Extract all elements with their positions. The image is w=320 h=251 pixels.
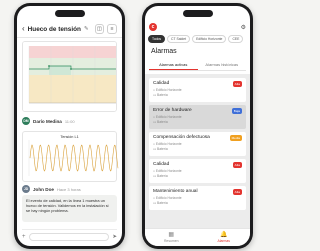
phone-conversation: ‹ Hueco de tensión ✎ ◫ ≡ DM Darío Medina… bbox=[14, 3, 125, 249]
message-author: Darío Medina bbox=[33, 118, 62, 124]
alarm-name: Mantenimiento anual bbox=[153, 189, 198, 194]
tab-active-alarms[interactable]: Alarmas activas bbox=[149, 60, 198, 70]
tab-historic-alarms[interactable]: Alarmas históricas bbox=[198, 60, 247, 70]
chart-event-marker bbox=[48, 65, 50, 67]
alarm-item[interactable]: Calidad ⌂ Edificio Horizonte ▭ Batería A… bbox=[149, 78, 246, 102]
alarm-item[interactable]: Mantenimiento anual ⌂ Edificio Horizonte… bbox=[149, 186, 246, 210]
alarm-name: Calidad bbox=[153, 81, 170, 86]
alarm-name: Error de hardware bbox=[153, 108, 192, 113]
filter-chip[interactable]: CEE bbox=[228, 35, 244, 43]
message-header: DM Darío Medina 11:00 bbox=[22, 116, 117, 126]
alarm-item[interactable]: Calidad ⌂ Edificio Horizonte ▭ Batería A… bbox=[149, 159, 246, 183]
phone-alarms: c ⚙ Todos CT Saidet Edificio Horizonte C… bbox=[142, 3, 253, 249]
message-input[interactable] bbox=[28, 232, 110, 241]
tab-label: Resumen bbox=[163, 239, 179, 243]
alarm-site: Edificio Horizonte bbox=[155, 195, 182, 200]
message-header: JD John Doe Hace 3 horas bbox=[22, 184, 117, 194]
priority-badge: Alta bbox=[232, 81, 242, 87]
tab-alarmas[interactable]: 🔔 Alarmas bbox=[198, 229, 251, 246]
message-time: 11:00 bbox=[64, 118, 75, 124]
grid-icon: ▦ bbox=[168, 232, 175, 238]
alarm-site: Edificio Horizonte bbox=[155, 114, 182, 119]
bell-icon: 🔔 bbox=[220, 232, 228, 238]
priority-badge: Alta bbox=[232, 162, 242, 168]
alarm-device: Batería bbox=[157, 174, 168, 178]
phone-notch bbox=[182, 10, 213, 17]
alarm-list: Calidad ⌂ Edificio Horizonte ▭ Batería A… bbox=[145, 74, 250, 228]
alarm-name: Calidad bbox=[153, 162, 170, 167]
chevron-left-icon[interactable]: ‹ bbox=[22, 25, 25, 33]
tab-label: Alarmas bbox=[217, 239, 230, 243]
chart-zone-event bbox=[49, 66, 71, 75]
alarm-name: Compensación defectuosa bbox=[153, 135, 210, 140]
alarm-site: Edificio Horizonte bbox=[155, 168, 182, 173]
tab-resumen[interactable]: ▦ Resumen bbox=[145, 229, 198, 246]
message-input-bar: + ➤ bbox=[22, 229, 117, 241]
phone-notch bbox=[54, 10, 85, 17]
filter-chip[interactable]: Edificio Horizonte bbox=[192, 35, 227, 43]
alarm-item[interactable]: Error de hardware ⌂ Edificio Horizonte ▭… bbox=[149, 105, 246, 129]
alarm-tabs: Alarmas activas Alarmas históricas bbox=[149, 60, 246, 71]
alarm-device: Batería bbox=[157, 93, 168, 97]
page-title: Hueco de tensión bbox=[27, 25, 81, 33]
message-author: John Doe bbox=[33, 186, 54, 192]
comment-icon[interactable]: ◫ bbox=[94, 24, 105, 34]
alarm-item[interactable]: Compensación defectuosa ⌂ Edificio Horiz… bbox=[149, 132, 246, 156]
oscillogram-card: Tensión L1 bbox=[22, 131, 119, 182]
conversation-header: ‹ Hueco de tensión ✎ ◫ ≡ bbox=[17, 21, 122, 38]
alarms-screen: c ⚙ Todos CT Saidet Edificio Horizonte C… bbox=[145, 6, 250, 246]
comment-text: El evento de calidad, en la línea 1 mues… bbox=[22, 195, 117, 222]
settings-icon[interactable]: ⚙ bbox=[241, 24, 246, 31]
alarm-device: Batería bbox=[157, 147, 168, 151]
alarm-device: Batería bbox=[157, 201, 168, 205]
pencil-icon[interactable]: ✎ bbox=[84, 26, 89, 32]
page-title: Alarmas bbox=[151, 48, 177, 55]
site-filter-chips: Todos CT Saidet Edificio Horizonte CEE bbox=[148, 35, 250, 44]
alarm-device: Batería bbox=[157, 120, 168, 124]
avatar: DM bbox=[22, 117, 30, 125]
brand-logo-icon: c bbox=[149, 23, 157, 31]
chart-event-marker bbox=[70, 68, 72, 70]
alarm-site: Edificio Horizonte bbox=[155, 87, 182, 92]
menu-icon[interactable]: ≡ bbox=[107, 24, 117, 34]
plus-icon[interactable]: + bbox=[22, 234, 26, 240]
conversation-screen: ‹ Hueco de tensión ✎ ◫ ≡ DM Darío Medina… bbox=[17, 6, 122, 246]
alarm-site: Edificio Horizonte bbox=[155, 141, 182, 146]
priority-badge: Baja bbox=[231, 108, 242, 114]
message-time: Hace 3 horas bbox=[56, 186, 81, 192]
oscillogram-svg bbox=[28, 140, 119, 176]
filter-chip[interactable]: Todos bbox=[148, 35, 166, 43]
app-topbar: c ⚙ bbox=[145, 21, 250, 33]
send-icon[interactable]: ➤ bbox=[112, 234, 117, 240]
event-chart-svg bbox=[23, 42, 116, 111]
priority-badge: Alta bbox=[232, 189, 242, 195]
filter-chip[interactable]: CT Saidet bbox=[167, 35, 191, 43]
avatar: JD bbox=[22, 185, 30, 193]
priority-badge: Media bbox=[229, 135, 242, 141]
bottom-tab-bar: ▦ Resumen 🔔 Alarmas bbox=[145, 228, 250, 246]
event-chart bbox=[22, 41, 117, 112]
